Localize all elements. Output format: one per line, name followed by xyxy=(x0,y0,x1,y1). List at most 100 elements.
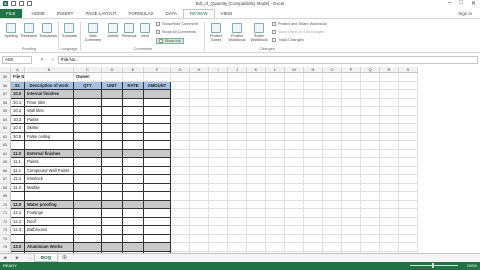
cell-a56[interactable]: Sr. xyxy=(11,81,25,90)
cell-q58[interactable] xyxy=(361,98,380,107)
cell-s58[interactable] xyxy=(399,98,418,107)
cell-a58[interactable]: 10.1 xyxy=(11,98,25,107)
cell-e74[interactable] xyxy=(123,234,144,243)
cell-h61[interactable] xyxy=(190,124,209,133)
cell-n75[interactable] xyxy=(304,243,323,252)
cell-d66[interactable] xyxy=(102,166,123,175)
cell-b59[interactable]: Wall tiles xyxy=(25,107,74,116)
cell-n62[interactable] xyxy=(304,132,323,141)
cell-l70[interactable] xyxy=(266,200,285,209)
cell-r71[interactable] xyxy=(380,209,399,218)
cell-r75[interactable] xyxy=(380,243,399,252)
cell-l69[interactable] xyxy=(266,192,285,201)
cell-p63[interactable] xyxy=(342,141,361,150)
cell-h67[interactable] xyxy=(190,175,209,184)
cell-f58[interactable] xyxy=(144,98,171,107)
sheet-tab-boq[interactable]: BOQ xyxy=(34,254,58,262)
cell-p59[interactable] xyxy=(342,107,361,116)
cell-a55[interactable]: File No.: xyxy=(11,73,25,82)
cell-p67[interactable] xyxy=(342,175,361,184)
cell-l71[interactable] xyxy=(266,209,285,218)
cell-a60[interactable]: 10.3 xyxy=(11,115,25,124)
cell-d59[interactable] xyxy=(102,107,123,116)
cell-a62[interactable]: 10.5 xyxy=(11,132,25,141)
cell-p61[interactable] xyxy=(342,124,361,133)
formula-input[interactable]: File No.: xyxy=(58,56,478,64)
cell-g56[interactable] xyxy=(171,81,190,90)
cell-s69[interactable] xyxy=(399,192,418,201)
cell-p72[interactable] xyxy=(342,217,361,226)
cell-p75[interactable] xyxy=(342,243,361,252)
cell-j57[interactable] xyxy=(228,90,247,99)
cell-a73[interactable]: 12.3 xyxy=(11,226,25,235)
cell-g66[interactable] xyxy=(171,166,190,175)
cell-f75[interactable] xyxy=(144,243,171,252)
cell-m55[interactable] xyxy=(285,73,304,82)
cell-n73[interactable] xyxy=(304,226,323,235)
cell-n69[interactable] xyxy=(304,192,323,201)
cell-r57[interactable] xyxy=(380,90,399,99)
cell-c70[interactable] xyxy=(74,200,102,209)
cell-g57[interactable] xyxy=(171,90,190,99)
cell-i55[interactable] xyxy=(209,73,228,82)
row-header[interactable]: 64 xyxy=(0,149,11,158)
previous-comment-button[interactable]: Previous xyxy=(121,23,137,38)
cell-c72[interactable] xyxy=(74,217,102,226)
translate-button[interactable]: Translate xyxy=(61,23,77,38)
cell-h64[interactable] xyxy=(190,149,209,158)
cell-s61[interactable] xyxy=(399,124,418,133)
cell-p69[interactable] xyxy=(342,192,361,201)
cell-f62[interactable] xyxy=(144,132,171,141)
cell-k57[interactable] xyxy=(247,90,266,99)
cell-f71[interactable] xyxy=(144,209,171,218)
cell-n63[interactable] xyxy=(304,141,323,150)
cell-b67[interactable]: Interlock xyxy=(25,175,74,184)
cell-g67[interactable] xyxy=(171,175,190,184)
cell-e67[interactable] xyxy=(123,175,144,184)
cell-a75[interactable]: 13.0 xyxy=(11,243,25,252)
cell-s56[interactable] xyxy=(399,81,418,90)
next-comment-button[interactable]: Next xyxy=(137,23,153,38)
cell-j74[interactable] xyxy=(228,234,247,243)
cell-i64[interactable] xyxy=(209,149,228,158)
cell-j67[interactable] xyxy=(228,175,247,184)
cell-a68[interactable]: 11.4 xyxy=(11,183,25,192)
cell-i56[interactable] xyxy=(209,81,228,90)
name-box[interactable]: A55 xyxy=(2,56,32,64)
cell-l66[interactable] xyxy=(266,166,285,175)
cell-a70[interactable]: 12.0 xyxy=(11,200,25,209)
row-header[interactable]: 69 xyxy=(0,192,11,201)
cell-p64[interactable] xyxy=(342,149,361,158)
sign-in-link[interactable]: Sign in xyxy=(458,9,480,18)
cell-p56[interactable] xyxy=(342,81,361,90)
cell-o69[interactable] xyxy=(323,192,342,201)
cell-g58[interactable] xyxy=(171,98,190,107)
cell-k71[interactable] xyxy=(247,209,266,218)
cell-q72[interactable] xyxy=(361,217,380,226)
row-header[interactable]: 55 xyxy=(0,73,11,82)
tab-page-layout[interactable]: PAGE LAYOUT xyxy=(79,9,122,18)
cell-p55[interactable] xyxy=(342,73,361,82)
new-comment-button[interactable]: New Comment xyxy=(83,23,103,42)
cell-k55[interactable] xyxy=(247,73,266,82)
cell-s62[interactable] xyxy=(399,132,418,141)
cell-h73[interactable] xyxy=(190,226,209,235)
cell-a67[interactable]: 11.3 xyxy=(11,175,25,184)
spelling-button[interactable]: Spelling xyxy=(3,23,19,38)
cell-k73[interactable] xyxy=(247,226,266,235)
cell-n57[interactable] xyxy=(304,90,323,99)
cell-o57[interactable] xyxy=(323,90,342,99)
cell-r58[interactable] xyxy=(380,98,399,107)
cell-f69[interactable] xyxy=(144,192,171,201)
cell-a71[interactable]: 12.1 xyxy=(11,209,25,218)
cell-b60[interactable]: Paints xyxy=(25,115,74,124)
cell-m67[interactable] xyxy=(285,175,304,184)
cell-d58[interactable] xyxy=(102,98,123,107)
cell-n60[interactable] xyxy=(304,115,323,124)
cell-b57[interactable]: Internal finishes xyxy=(25,90,74,99)
cell-k72[interactable] xyxy=(247,217,266,226)
cell-b75[interactable]: Aluminium Works xyxy=(25,243,74,252)
cell-f60[interactable] xyxy=(144,115,171,124)
cell-g61[interactable] xyxy=(171,124,190,133)
cell-f72[interactable] xyxy=(144,217,171,226)
